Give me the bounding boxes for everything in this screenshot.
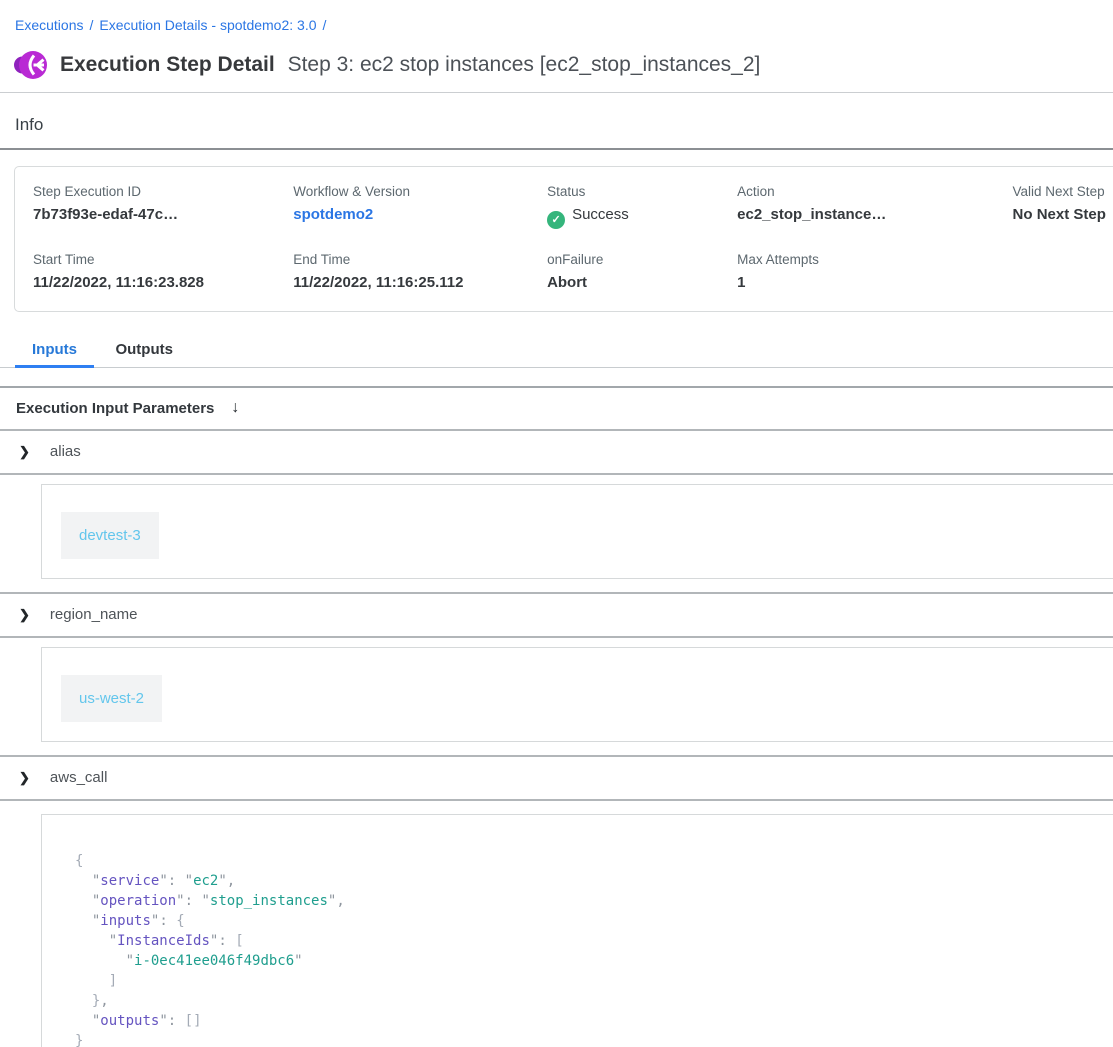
chevron-right-icon: ❯ xyxy=(19,444,30,460)
param-row-aws-call[interactable]: ❯ aws_call xyxy=(0,757,1113,799)
params-heading: Execution Input Parameters xyxy=(16,400,214,417)
workflow-logo-icon xyxy=(13,48,47,82)
header-divider xyxy=(0,92,1113,93)
breadcrumb: Executions / Execution Details - spotdemo2… xyxy=(0,0,1113,33)
json-code-block: { "service": "ec2", "operation": "stop_i… xyxy=(75,851,1113,1047)
field-status: Status ✓Success xyxy=(547,184,737,229)
end-time-value: 11/22/2022, 11:16:25.112 xyxy=(293,274,547,291)
field-start-time: Start Time 11/22/2022, 11:16:23.828 xyxy=(33,252,293,291)
status-badge: ✓Success xyxy=(547,206,737,229)
param-row-alias[interactable]: ❯ alias xyxy=(0,431,1113,473)
field-onfailure: onFailure Abort xyxy=(547,252,737,291)
param-value-panel-aws-call: { "service": "ec2", "operation": "stop_i… xyxy=(41,814,1113,1047)
empty-cell xyxy=(1013,252,1113,291)
success-check-icon: ✓ xyxy=(547,211,565,229)
field-workflow-version: Workflow & Version spotdemo2 xyxy=(293,184,547,229)
row-divider xyxy=(0,636,1113,638)
param-value-chip: devtest-3 xyxy=(61,512,159,559)
sort-descending-icon[interactable]: ↓ xyxy=(231,399,239,417)
breadcrumb-link-executions[interactable]: Executions xyxy=(15,17,83,33)
param-name: alias xyxy=(50,443,81,460)
page-title: Execution Step Detail xyxy=(60,53,275,76)
info-heading: Info xyxy=(15,115,1113,135)
max-attempts-value: 1 xyxy=(737,274,1012,291)
tab-inputs[interactable]: Inputs xyxy=(15,332,94,368)
field-action: Action ec2_stop_instance… xyxy=(737,184,1012,229)
tab-outputs[interactable]: Outputs xyxy=(98,332,190,368)
param-value-panel-alias: devtest-3 xyxy=(41,484,1113,579)
chevron-right-icon: ❯ xyxy=(19,607,30,623)
param-name: aws_call xyxy=(50,769,108,786)
param-value-chip: us-west-2 xyxy=(61,675,162,722)
breadcrumb-separator: / xyxy=(323,17,327,33)
page-header: Execution Step Detail Step 3: ec2 stop i… xyxy=(13,48,1113,82)
breadcrumb-separator: / xyxy=(89,17,93,33)
workflow-link[interactable]: spotdemo2 xyxy=(293,206,547,223)
breadcrumb-link-execution-details[interactable]: Execution Details - spotdemo2: 3.0 xyxy=(99,17,316,33)
param-value-panel-region-name: us-west-2 xyxy=(41,647,1113,742)
valid-next-step-value: No Next Step xyxy=(1013,206,1113,223)
param-row-region-name[interactable]: ❯ region_name xyxy=(0,594,1113,636)
info-card: Step Execution ID 7b73f93e-edaf-47c… Wor… xyxy=(14,166,1113,312)
start-time-value: 11/22/2022, 11:16:23.828 xyxy=(33,274,293,291)
page-subtitle: Step 3: ec2 stop instances [ec2_stop_ins… xyxy=(288,53,761,76)
onfailure-value: Abort xyxy=(547,274,737,291)
info-divider xyxy=(0,148,1113,150)
action-value: ec2_stop_instance… xyxy=(737,206,1012,223)
tab-bar: Inputs Outputs xyxy=(0,332,1113,368)
param-name: region_name xyxy=(50,606,138,623)
chevron-right-icon: ❯ xyxy=(19,770,30,786)
field-end-time: End Time 11/22/2022, 11:16:25.112 xyxy=(293,252,547,291)
params-header: Execution Input Parameters ↓ xyxy=(0,388,1113,429)
field-valid-next-step: Valid Next Step No Next Step xyxy=(1013,184,1113,229)
row-divider xyxy=(0,799,1113,801)
field-max-attempts: Max Attempts 1 xyxy=(737,252,1012,291)
row-divider xyxy=(0,473,1113,475)
step-execution-id-value: 7b73f93e-edaf-47c… xyxy=(33,206,293,223)
field-step-execution-id: Step Execution ID 7b73f93e-edaf-47c… xyxy=(33,184,293,229)
